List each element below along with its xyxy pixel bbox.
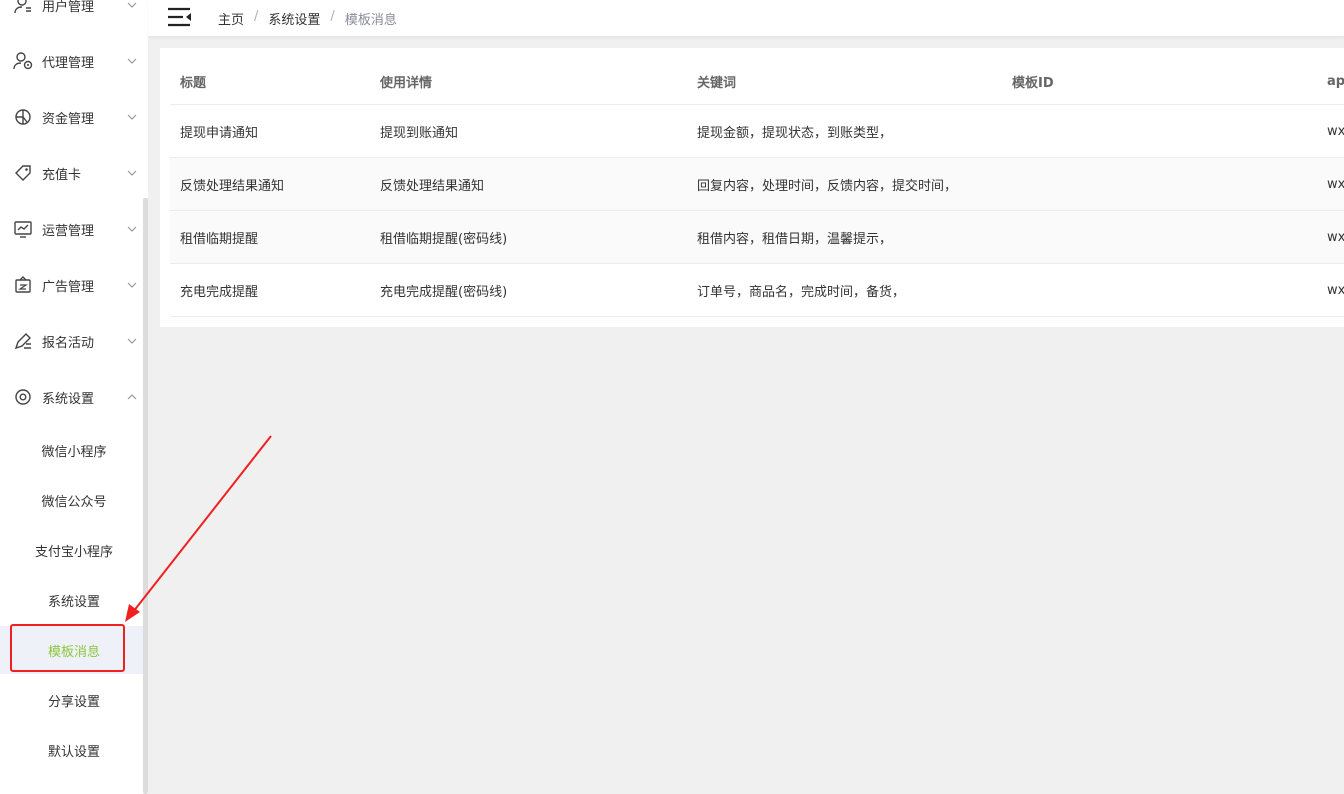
header-title: 标题 [180,75,207,91]
cell-detail: 反馈处理结果通知 [380,178,485,194]
submenu-item-wechat-official-account[interactable]: 微信公众号 [0,476,148,524]
sidebar: 用户管理 代理管理 资金管理 充值卡 运营管理 广告管理 报名活动 系统设置 微… [0,0,148,794]
menu-item-ad-management[interactable]: 广告管理 [0,265,143,305]
cell-template-id[interactable] [1012,211,1312,263]
submenu-label: 微信小程序 [41,444,107,460]
breadcrumb-separator: / [330,9,335,24]
chevron-down-icon [126,55,138,67]
menu-label: 用户管理 [42,0,95,15]
cell-template-id[interactable] [1012,264,1312,316]
menu-item-user-management[interactable]: 用户管理 [0,0,143,25]
gear-icon [13,387,33,407]
tag-icon [13,163,33,183]
top-bar: 主页 / 系统设置 / 模板消息 [148,0,1344,37]
menu-label: 资金管理 [42,111,95,127]
user-icon [13,0,33,15]
cell-detail: 租借临期提醒(密码线) [380,231,508,247]
header-keywords: 关键词 [697,75,737,91]
menu-label: 系统设置 [42,391,95,407]
chevron-down-icon [126,223,138,235]
submenu-item-share-settings[interactable]: 分享设置 [0,676,148,724]
submenu-label: 分享设置 [47,694,100,710]
breadcrumb-section[interactable]: 系统设置 [268,9,320,28]
breadcrumb: 主页 / 系统设置 / 模板消息 [218,9,397,28]
cell-keywords: 订单号，商品名，完成时间，备货， [697,284,906,300]
table-row: 提现申请通知 提现到账通知 提现金额，提现状态，到账类型， wx [170,105,1344,158]
cell-keywords: 回复内容，处理时间，反馈内容，提交时间， [697,178,958,194]
chevron-down-icon [126,111,138,123]
submenu-label: 默认设置 [47,744,100,760]
cell-template-id[interactable] [1012,158,1312,210]
menu-item-signup-activity[interactable]: 报名活动 [0,321,143,361]
breadcrumb-separator: / [254,9,259,24]
submenu-item-default-settings[interactable]: 默认设置 [0,726,148,774]
breadcrumb-home[interactable]: 主页 [218,9,244,28]
submenu-item-alipay-miniprogram[interactable]: 支付宝小程序 [0,526,148,574]
collapse-menu-icon[interactable] [167,5,193,29]
menu-item-system-settings[interactable]: 系统设置 [0,377,143,417]
cell-template-id[interactable] [1012,105,1312,157]
menu-item-operations-management[interactable]: 运营管理 [0,209,143,249]
cell-detail: 充电完成提醒(密码线) [380,284,508,300]
chevron-down-icon [126,167,138,179]
table-header-row: 标题 使用详情 关键词 模板ID ap [170,58,1344,105]
header-app: ap [1327,73,1344,89]
menu-label: 广告管理 [42,279,95,295]
cell-title: 租借临期提醒 [180,231,259,247]
cell-app: wx [1327,123,1344,139]
menu-label: 报名活动 [42,335,95,351]
menu-item-recharge-card[interactable]: 充值卡 [0,153,143,193]
submenu-item-system-settings[interactable]: 系统设置 [0,576,148,624]
submenu-label: 系统设置 [47,594,100,610]
breadcrumb-current: 模板消息 [344,13,397,28]
cell-app: wx [1327,229,1344,245]
table-row: 反馈处理结果通知 反馈处理结果通知 回复内容，处理时间，反馈内容，提交时间， w… [170,158,1344,211]
chart-icon [13,219,33,239]
chevron-down-icon [126,0,138,11]
cell-app: wx [1327,282,1344,298]
menu-label: 代理管理 [42,55,95,71]
chevron-down-icon [126,335,138,347]
sidebar-scrollbar[interactable] [143,198,148,794]
ad-icon [13,275,33,295]
agent-icon [13,51,33,71]
header-template-id: 模板ID [1012,75,1054,91]
cell-detail: 提现到账通知 [380,125,459,141]
table-row: 租借临期提醒 租借临期提醒(密码线) 租借内容，租借日期，温馨提示， wx [170,211,1344,264]
submenu-label: 微信公众号 [41,494,107,510]
template-message-table-card: 标题 使用详情 关键词 模板ID ap 提现申请通知 提现到账通知 提现金额，提… [160,48,1344,327]
menu-item-agent-management[interactable]: 代理管理 [0,41,143,81]
cell-app: wx [1327,176,1344,192]
chevron-down-icon [126,279,138,291]
cell-keywords: 提现金额，提现状态，到账类型， [697,125,893,141]
cell-title: 反馈处理结果通知 [180,178,285,194]
edit-icon [13,331,33,351]
menu-item-funds-management[interactable]: 资金管理 [0,97,143,137]
template-message-table: 标题 使用详情 关键词 模板ID ap 提现申请通知 提现到账通知 提现金额，提… [170,58,1344,317]
menu-label: 充值卡 [42,167,82,183]
submenu-item-wechat-miniprogram[interactable]: 微信小程序 [0,426,148,474]
table-row: 充电完成提醒 充电完成提醒(密码线) 订单号，商品名，完成时间，备货， wx [170,264,1344,317]
header-detail: 使用详情 [380,75,433,91]
cell-title: 提现申请通知 [180,125,259,141]
cell-keywords: 租借内容，租借日期，温馨提示， [697,231,893,247]
chevron-up-icon [126,391,138,403]
cell-title: 充电完成提醒 [180,284,259,300]
annotation-highlight-box [10,624,125,672]
funds-icon [13,107,33,127]
menu-label: 运营管理 [42,223,95,239]
submenu-label: 支付宝小程序 [34,544,113,560]
